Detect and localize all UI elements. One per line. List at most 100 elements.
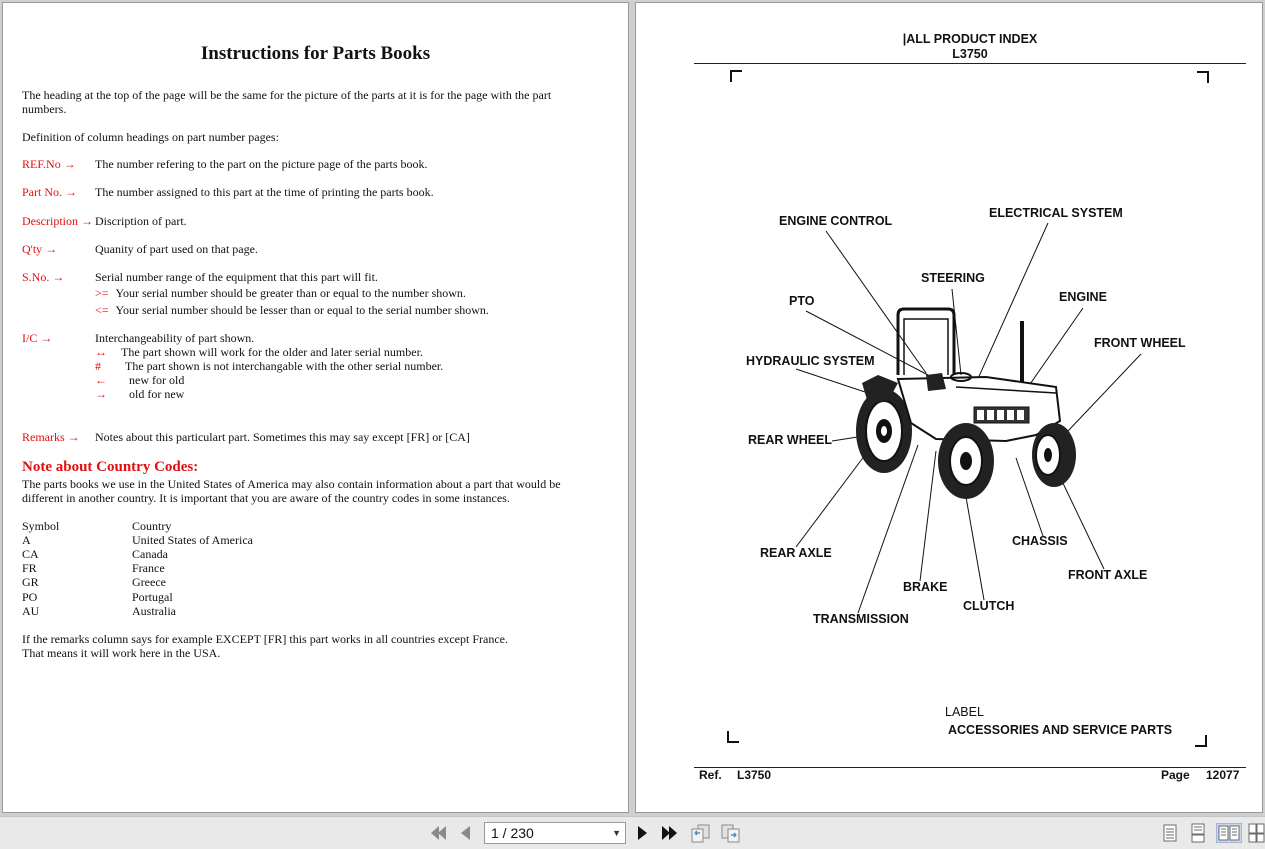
footer-ref-label: Ref. [699, 768, 722, 782]
previous-page-icon[interactable] [458, 823, 474, 843]
label-engine[interactable]: ENGINE [1059, 290, 1107, 304]
definition-description: Discription of part. [95, 214, 187, 228]
definition-qty: Quanity of part used on that page. [95, 242, 258, 256]
arrow-right-icon: → [67, 430, 80, 444]
term-description: Description → [22, 214, 93, 228]
two-page-view-icon[interactable] [1216, 823, 1242, 843]
less-equal-symbol: <= [95, 303, 109, 317]
term-qty: Q'ty → [22, 242, 58, 256]
intro-line-2: numbers. [22, 102, 67, 116]
closing-line-1: If the remarks column says for example E… [22, 632, 508, 646]
go-forward-icon[interactable] [720, 823, 742, 843]
closing-line-2: That means it will work here in the USA. [22, 646, 221, 660]
country-note-text: The parts books we use in the United Sta… [22, 477, 561, 505]
closing-text: If the remarks column says for example E… [22, 632, 508, 660]
label-front-wheel[interactable]: FRONT WHEEL [1094, 336, 1186, 350]
ic-right-text: old for new [129, 387, 185, 401]
label-brake[interactable]: BRAKE [903, 580, 947, 594]
term-remarks: Remarks → [22, 430, 80, 444]
code-symbol: A [22, 533, 31, 547]
right-page: |ALL PRODUCT INDEX L3750 ENGINE CONTROL … [636, 3, 1262, 812]
label-electrical-system[interactable]: ELECTRICAL SYSTEM [989, 206, 1123, 220]
code-symbol: AU [22, 604, 40, 618]
definitions-heading: Definition of column headings on part nu… [22, 130, 279, 144]
arrow-right-icon: → [65, 185, 77, 199]
code-country: Canada [132, 547, 168, 561]
intro-text: The heading at the top of the page will … [22, 88, 551, 116]
code-country: Australia [132, 604, 176, 618]
definition-ref-no: The number refering to the part on the p… [95, 157, 428, 171]
definition-interchangeability: Interchangeability of part shown. [95, 331, 255, 345]
page-number-select[interactable]: 1 / 230 ▼ [484, 822, 626, 844]
footer-ref-value: L3750 [737, 768, 772, 782]
label-label-section[interactable]: LABEL [945, 705, 984, 719]
arrow-right-icon: → [40, 331, 53, 345]
single-page-view-icon[interactable] [1160, 823, 1180, 843]
code-symbol: GR [22, 575, 39, 589]
label-rear-wheel[interactable]: REAR WHEEL [748, 433, 832, 447]
label-accessories[interactable]: ACCESSORIES AND SERVICE PARTS [948, 723, 1172, 737]
hash-symbol: # [95, 359, 101, 373]
term-interchangeability: I/C → [22, 331, 53, 345]
arrow-right-icon: → [52, 270, 65, 284]
codes-header-country: Country [132, 519, 172, 533]
arrow-right-icon: → [95, 387, 107, 401]
ic-both-text: The part shown will work for the older a… [121, 345, 423, 359]
ic-hash-row: # The part shown is not interchangable wi… [95, 359, 443, 373]
arrow-right-icon: → [63, 157, 76, 171]
intro-line-1: The heading at the top of the page will … [22, 88, 552, 102]
serial-ge-row: >= Your serial number should be greater … [95, 286, 466, 300]
label-pto[interactable]: PTO [789, 294, 814, 308]
footer-page-label: Page [1161, 768, 1190, 782]
first-page-icon[interactable] [428, 823, 448, 843]
tractor-illustration [795, 222, 1142, 614]
serial-le-row: <= Your serial number should be lesser t… [95, 303, 489, 317]
go-back-icon[interactable] [690, 823, 712, 843]
label-chassis[interactable]: CHASSIS [1012, 534, 1068, 548]
left-page: Instructions for Parts Books The heading… [3, 3, 628, 812]
serial-ge-text: Your serial number should be greater tha… [115, 286, 466, 300]
arrow-left-icon: ← [95, 373, 107, 387]
term-serial-no: S.No. → [22, 270, 65, 284]
code-country: France [132, 561, 165, 575]
page-title: Instructions for Parts Books [200, 43, 431, 64]
last-page-icon[interactable] [660, 823, 680, 843]
country-codes-heading: Note about Country Codes: [22, 459, 199, 475]
label-hydraulic-system[interactable]: HYDRAULIC SYSTEM [746, 354, 874, 368]
ic-left-text: new for old [129, 373, 185, 387]
chevron-down-icon[interactable]: ▼ [612, 823, 621, 843]
two-page-continuous-icon[interactable] [1248, 823, 1265, 843]
serial-le-text: Your serial number should be lesser than… [115, 303, 489, 317]
ic-hash-text: The part shown is not interchangable wit… [125, 359, 444, 373]
code-country: Portugal [132, 590, 173, 604]
code-symbol: FR [22, 561, 37, 575]
country-note-line-2: different in another country. It is impo… [22, 491, 510, 505]
code-country: Greece [132, 575, 166, 589]
code-symbol: CA [22, 547, 39, 561]
codes-header-symbol: Symbol [22, 519, 60, 533]
next-page-icon[interactable] [634, 823, 650, 843]
current-page: 1 / 230 [491, 825, 534, 841]
viewer-toolbar: 1 / 230 ▼ [0, 816, 1265, 849]
definition-remarks: Notes about this particulart part. Somet… [95, 430, 470, 444]
term-part-no: Part No. → [22, 185, 77, 199]
code-symbol: PO [22, 590, 38, 604]
label-clutch[interactable]: CLUTCH [963, 599, 1014, 613]
definition-part-no: The number assigned to this part at the … [95, 185, 434, 199]
greater-equal-symbol: >= [95, 286, 109, 300]
continuous-view-icon[interactable] [1188, 823, 1208, 843]
ic-both-row: ↔ The part shown will work for the older … [95, 345, 423, 359]
double-arrow-icon: ↔ [95, 345, 107, 359]
term-ref-no: REF.No → [22, 157, 76, 171]
definition-serial-no: Serial number range of the equipment tha… [95, 270, 378, 284]
label-rear-axle[interactable]: REAR AXLE [760, 546, 832, 560]
country-note-line-1: The parts books we use in the United Sta… [22, 477, 561, 491]
label-engine-control[interactable]: ENGINE CONTROL [779, 214, 892, 228]
arrow-right-icon: → [81, 214, 93, 228]
arrow-right-icon: → [45, 242, 58, 256]
label-transmission[interactable]: TRANSMISSION [813, 612, 909, 626]
label-steering[interactable]: STEERING [921, 271, 985, 285]
code-country: United States of America [132, 533, 253, 547]
ic-right-row: → old for new [95, 387, 184, 401]
label-front-axle[interactable]: FRONT AXLE [1068, 568, 1147, 582]
